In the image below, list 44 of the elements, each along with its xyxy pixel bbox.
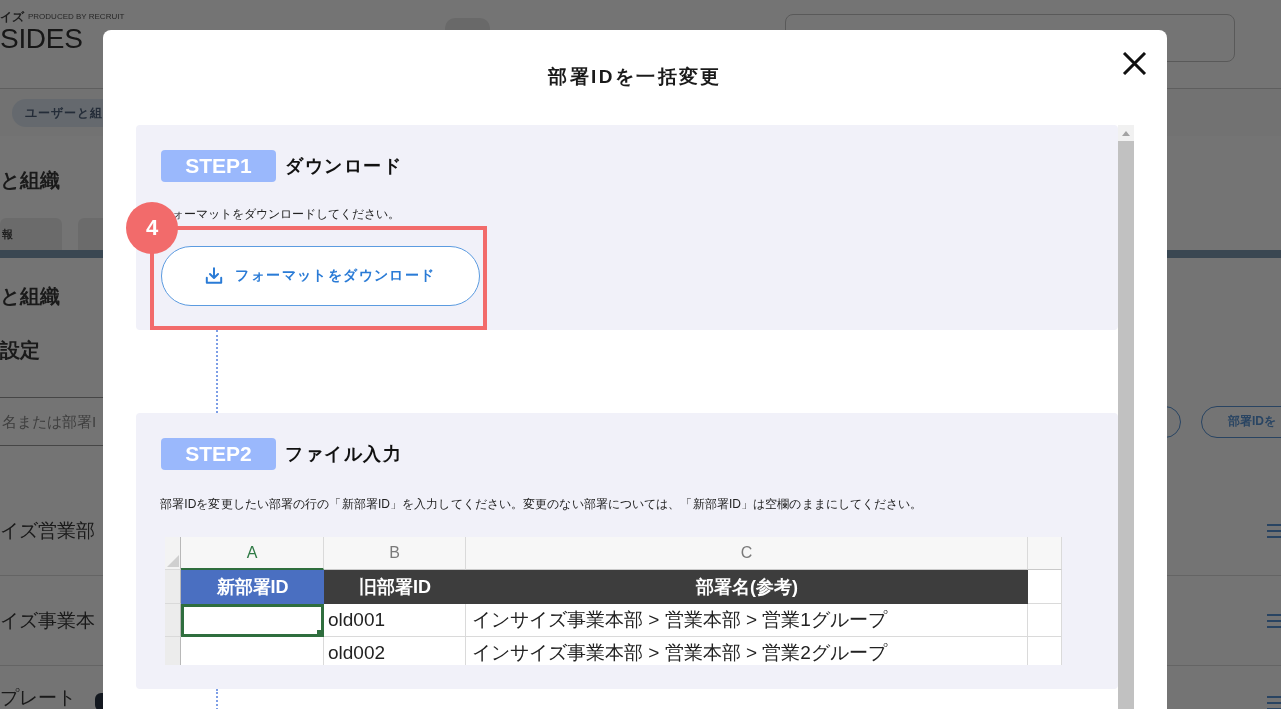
header-cell: 旧部署ID	[324, 570, 466, 604]
logo-credit: PRODUCED BY RECRUIT	[28, 11, 125, 22]
triangle-icon	[167, 555, 179, 567]
header-cell: 新部署ID	[181, 570, 324, 604]
logo-text: イズ	[0, 9, 24, 24]
column-header[interactable]: C	[466, 537, 1028, 570]
table-cell: インサイズ事業本部 > 営業本部 > 営業2グループ	[466, 637, 1028, 665]
column-header[interactable]: A	[181, 537, 324, 570]
step-title: ダウンロード	[285, 155, 402, 178]
logo-wordmark: SIDES	[0, 24, 83, 54]
table-cell: インサイズ事業本部 > 営業本部 > 営業1グループ	[466, 604, 1028, 637]
table-cell: old001	[324, 604, 466, 637]
department-name[interactable]: プレート	[0, 688, 76, 707]
department-name[interactable]: イズ事業本	[0, 611, 95, 630]
tab[interactable]: 報	[0, 218, 62, 250]
download-button[interactable]: フォーマットをダウンロード	[161, 246, 480, 306]
close-button[interactable]	[1122, 52, 1147, 75]
department-name[interactable]: イズ営業部	[0, 521, 95, 540]
close-icon	[1122, 52, 1147, 75]
menu-icon[interactable]	[1267, 523, 1281, 538]
input-cell[interactable]	[181, 604, 324, 637]
menu-icon[interactable]	[1267, 613, 1281, 628]
header-button[interactable]	[445, 18, 490, 30]
step-label: STEP1	[161, 150, 276, 182]
table-cell	[1028, 604, 1062, 637]
scroll-up-button[interactable]	[1118, 125, 1134, 141]
step-label: STEP2	[161, 438, 276, 470]
subheading: 設定	[0, 338, 40, 363]
table-cell: old002	[324, 637, 466, 665]
column-header[interactable]: B	[324, 537, 466, 570]
section-heading: と組織	[0, 284, 60, 309]
step-title: ファイル入力	[285, 443, 402, 466]
table-cell	[1028, 570, 1062, 604]
scrollbar-thumb[interactable]	[1118, 141, 1134, 709]
step-description: 部署IDを変更したい部署の行の「新部署ID」を入力してください。変更のない部署については、「新部署ID」は空欄のままにしてください。	[160, 496, 923, 512]
dialog-title: 部署IDを一括変更	[548, 65, 722, 89]
download-icon	[205, 267, 224, 285]
column-header[interactable]	[1028, 537, 1062, 570]
page-heading: と組織	[0, 169, 60, 191]
row-header	[165, 637, 181, 665]
header-cell: 部署名(参考)	[466, 570, 1028, 604]
fill-handle-icon[interactable]	[317, 630, 324, 637]
up-arrow-icon	[1122, 130, 1130, 136]
row-header	[165, 604, 181, 637]
